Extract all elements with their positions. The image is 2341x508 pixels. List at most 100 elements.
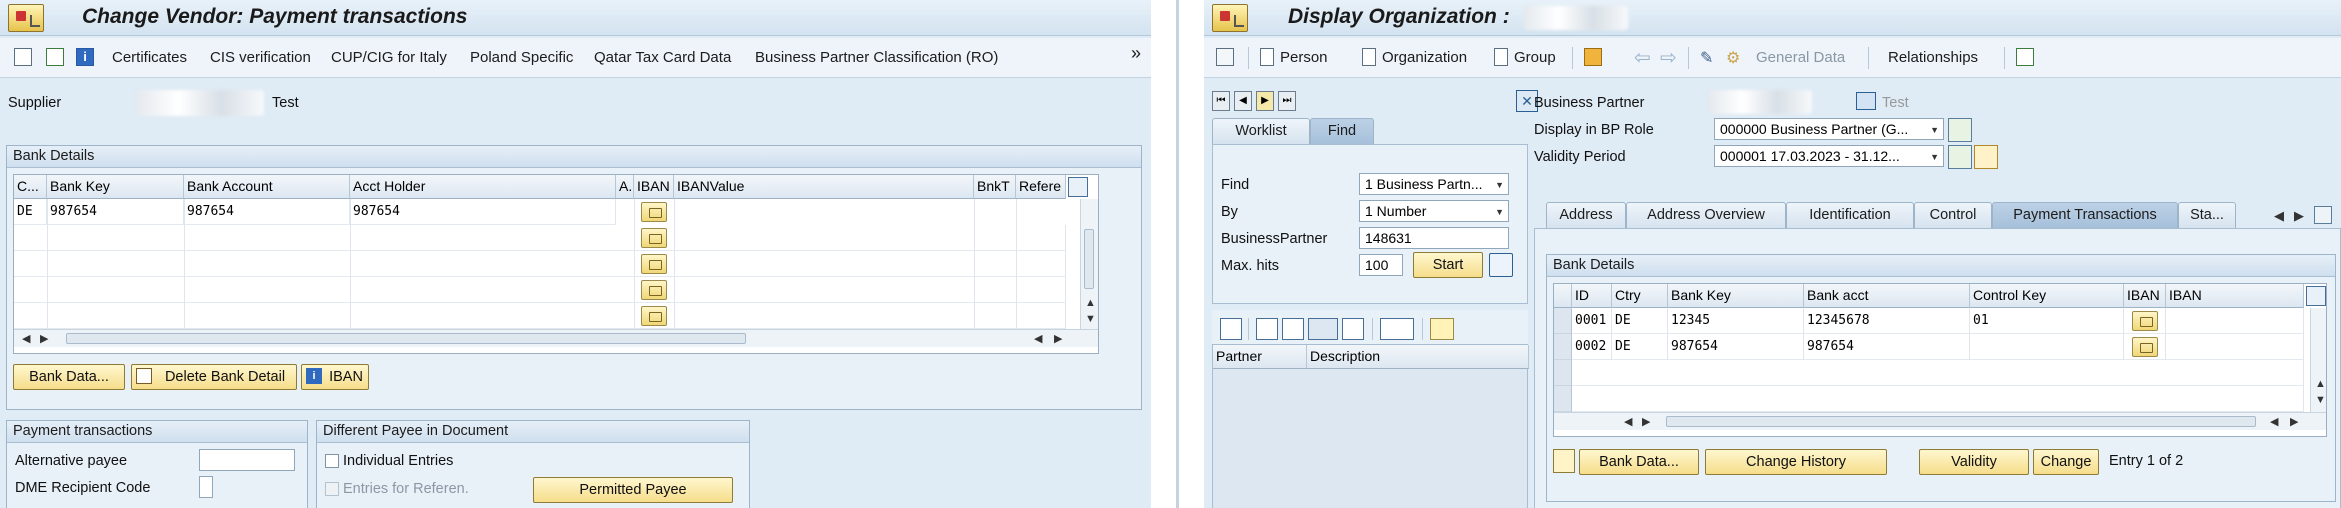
col-iban[interactable]: IBAN xyxy=(2166,284,2304,308)
back-arrow-icon[interactable]: ⇦ xyxy=(1634,45,1651,70)
validity-lookup-icon[interactable] xyxy=(1948,145,1972,169)
change-button[interactable]: Change xyxy=(2033,449,2099,475)
row1-bank-key[interactable]: 987654 xyxy=(47,199,184,225)
person-icon[interactable] xyxy=(1260,48,1274,66)
previous-page-icon[interactable]: ◀ xyxy=(1234,91,1252,111)
scroll-thumb[interactable] xyxy=(1084,229,1094,289)
iban-row1-button[interactable] xyxy=(2132,311,2158,331)
vertical-scrollbar[interactable]: ▲ ▼ xyxy=(2310,308,2326,412)
print-icon[interactable] xyxy=(2016,48,2034,66)
horizontal-scrollbar[interactable]: ◀ ▶ ◀ ▶ xyxy=(14,329,1098,347)
toolbar-more-button[interactable]: » xyxy=(1131,43,1141,64)
row1-id[interactable]: 0001 xyxy=(1572,308,1612,334)
col-bank-key[interactable]: Bank Key xyxy=(1668,284,1804,308)
toolbar-cup-cig-italy[interactable]: CUP/CIG for Italy xyxy=(331,49,447,66)
row2-ctry[interactable]: DE xyxy=(1612,334,1668,360)
row2-bank-key[interactable]: 987654 xyxy=(1668,334,1804,360)
col-bank-account[interactable]: Bank Account xyxy=(184,175,350,199)
tab-address-overview[interactable]: Address Overview xyxy=(1626,202,1786,228)
tab-status[interactable]: Sta... xyxy=(2178,202,2236,228)
table-row[interactable] xyxy=(14,251,1066,277)
switch-mode-icon[interactable]: ✎ xyxy=(1700,48,1718,67)
filter-icon[interactable] xyxy=(1308,318,1338,340)
document-add-icon[interactable] xyxy=(46,48,64,66)
sum-icon[interactable] xyxy=(1342,318,1364,340)
row1-bank-key[interactable]: 12345 xyxy=(1668,308,1804,334)
tab-payment-transactions[interactable]: Payment Transactions xyxy=(1992,202,2178,228)
delete-row-icon[interactable] xyxy=(1553,449,1575,473)
col-iban-btn[interactable]: IBAN xyxy=(2124,284,2166,308)
row1-control-key[interactable]: 01 xyxy=(1970,308,2124,334)
row2-id[interactable]: 0002 xyxy=(1572,334,1612,360)
alternative-payee-input[interactable] xyxy=(199,449,295,471)
iban-row2-button[interactable] xyxy=(641,228,667,248)
row-selector[interactable] xyxy=(1554,308,1572,334)
tabs-list-icon[interactable] xyxy=(2314,206,2332,224)
col-a[interactable]: A.. xyxy=(616,175,634,199)
row-selector[interactable] xyxy=(1554,386,1572,412)
individual-entries-checkbox[interactable] xyxy=(325,454,339,468)
bp-bank-data-button[interactable]: Bank Data... xyxy=(1579,449,1699,475)
delete-bank-detail-button[interactable]: Delete Bank Detail xyxy=(131,364,297,390)
scroll-left-icon[interactable]: ◀ xyxy=(22,332,30,345)
scroll-left-icon[interactable]: ◀ xyxy=(1624,415,1632,428)
by-select[interactable]: 1 Number xyxy=(1359,200,1509,222)
export-icon[interactable] xyxy=(1380,318,1414,340)
find-icon[interactable] xyxy=(1256,318,1278,340)
scroll-right-end-icon[interactable]: ▶ xyxy=(2290,415,2298,428)
scroll-right-icon[interactable]: ▶ xyxy=(1642,415,1650,428)
col-iban-value[interactable]: IBANValue xyxy=(674,175,974,199)
scroll-up-icon[interactable]: ▲ xyxy=(2315,378,2326,390)
entries-reference-checkbox[interactable] xyxy=(325,482,339,496)
find-next-icon[interactable] xyxy=(1282,318,1304,340)
bp-role-select[interactable]: 000000 Business Partner (G... xyxy=(1714,118,1944,140)
col-ctry[interactable]: Ctry xyxy=(1612,284,1668,308)
iban-row1-button[interactable] xyxy=(641,202,667,222)
col-bank-key[interactable]: Bank Key xyxy=(47,175,184,199)
start-button[interactable]: Start xyxy=(1413,252,1483,278)
scroll-down-icon[interactable]: ▼ xyxy=(2315,394,2326,406)
locator-toggle-icon[interactable] xyxy=(1216,48,1234,66)
table-row[interactable] xyxy=(1572,386,2304,412)
group-icon[interactable] xyxy=(1494,48,1508,66)
row2-bank-acct[interactable]: 987654 xyxy=(1804,334,1970,360)
validity-details-icon[interactable] xyxy=(1974,145,1998,169)
detail-icon[interactable] xyxy=(1220,318,1242,340)
col-description[interactable]: Description xyxy=(1307,345,1529,369)
table-settings-icon[interactable] xyxy=(2306,286,2326,306)
iban-row2-button[interactable] xyxy=(2132,337,2158,357)
row1-bank-account[interactable]: 987654 xyxy=(184,199,350,225)
table-row[interactable] xyxy=(14,303,1066,329)
row1-bank-acct[interactable]: 12345678 xyxy=(1804,308,1970,334)
col-control-key[interactable]: Control Key xyxy=(1970,284,2124,308)
toolbar-group[interactable]: Group xyxy=(1514,49,1556,66)
toolbar-organization[interactable]: Organization xyxy=(1382,49,1467,66)
scroll-right-icon[interactable]: ▶ xyxy=(40,332,48,345)
col-bank-type[interactable]: BnkT xyxy=(974,175,1016,199)
toolbar-relationships[interactable]: Relationships xyxy=(1888,49,1978,66)
iban-row4-button[interactable] xyxy=(641,280,667,300)
col-reference[interactable]: Refere xyxy=(1016,175,1066,199)
row1-acct-holder[interactable]: 987654 xyxy=(350,199,616,225)
col-country[interactable]: C... xyxy=(14,175,47,199)
hscroll-thumb[interactable] xyxy=(66,333,746,344)
iban-button[interactable]: i IBAN xyxy=(301,364,369,390)
max-hits-input[interactable]: 100 xyxy=(1359,254,1403,276)
scroll-left-end-icon[interactable]: ◀ xyxy=(1034,332,1042,345)
table-row[interactable] xyxy=(1572,360,2304,386)
last-page-icon[interactable]: ⏭ xyxy=(1278,91,1296,111)
validity-period-select[interactable]: 000001 17.03.2023 - 31.12... xyxy=(1714,145,1944,167)
col-partner[interactable]: Partner xyxy=(1213,345,1307,369)
sap-menu-icon[interactable] xyxy=(1212,4,1248,32)
toolbar-bp-classification[interactable]: Business Partner Classification (RO) xyxy=(755,49,998,66)
row-selector[interactable] xyxy=(1554,360,1572,386)
col-bank-acct[interactable]: Bank acct xyxy=(1804,284,1970,308)
vertical-scrollbar[interactable]: ▲ ▼ xyxy=(1080,199,1098,329)
hscroll-thumb[interactable] xyxy=(1666,416,2256,427)
scroll-left-end-icon[interactable]: ◀ xyxy=(2270,415,2278,428)
table-row[interactable] xyxy=(14,277,1066,303)
role-lookup-icon[interactable] xyxy=(1948,118,1972,142)
iban-row3-button[interactable] xyxy=(641,254,667,274)
tab-address[interactable]: Address xyxy=(1546,202,1626,228)
toolbar-person[interactable]: Person xyxy=(1280,49,1328,66)
